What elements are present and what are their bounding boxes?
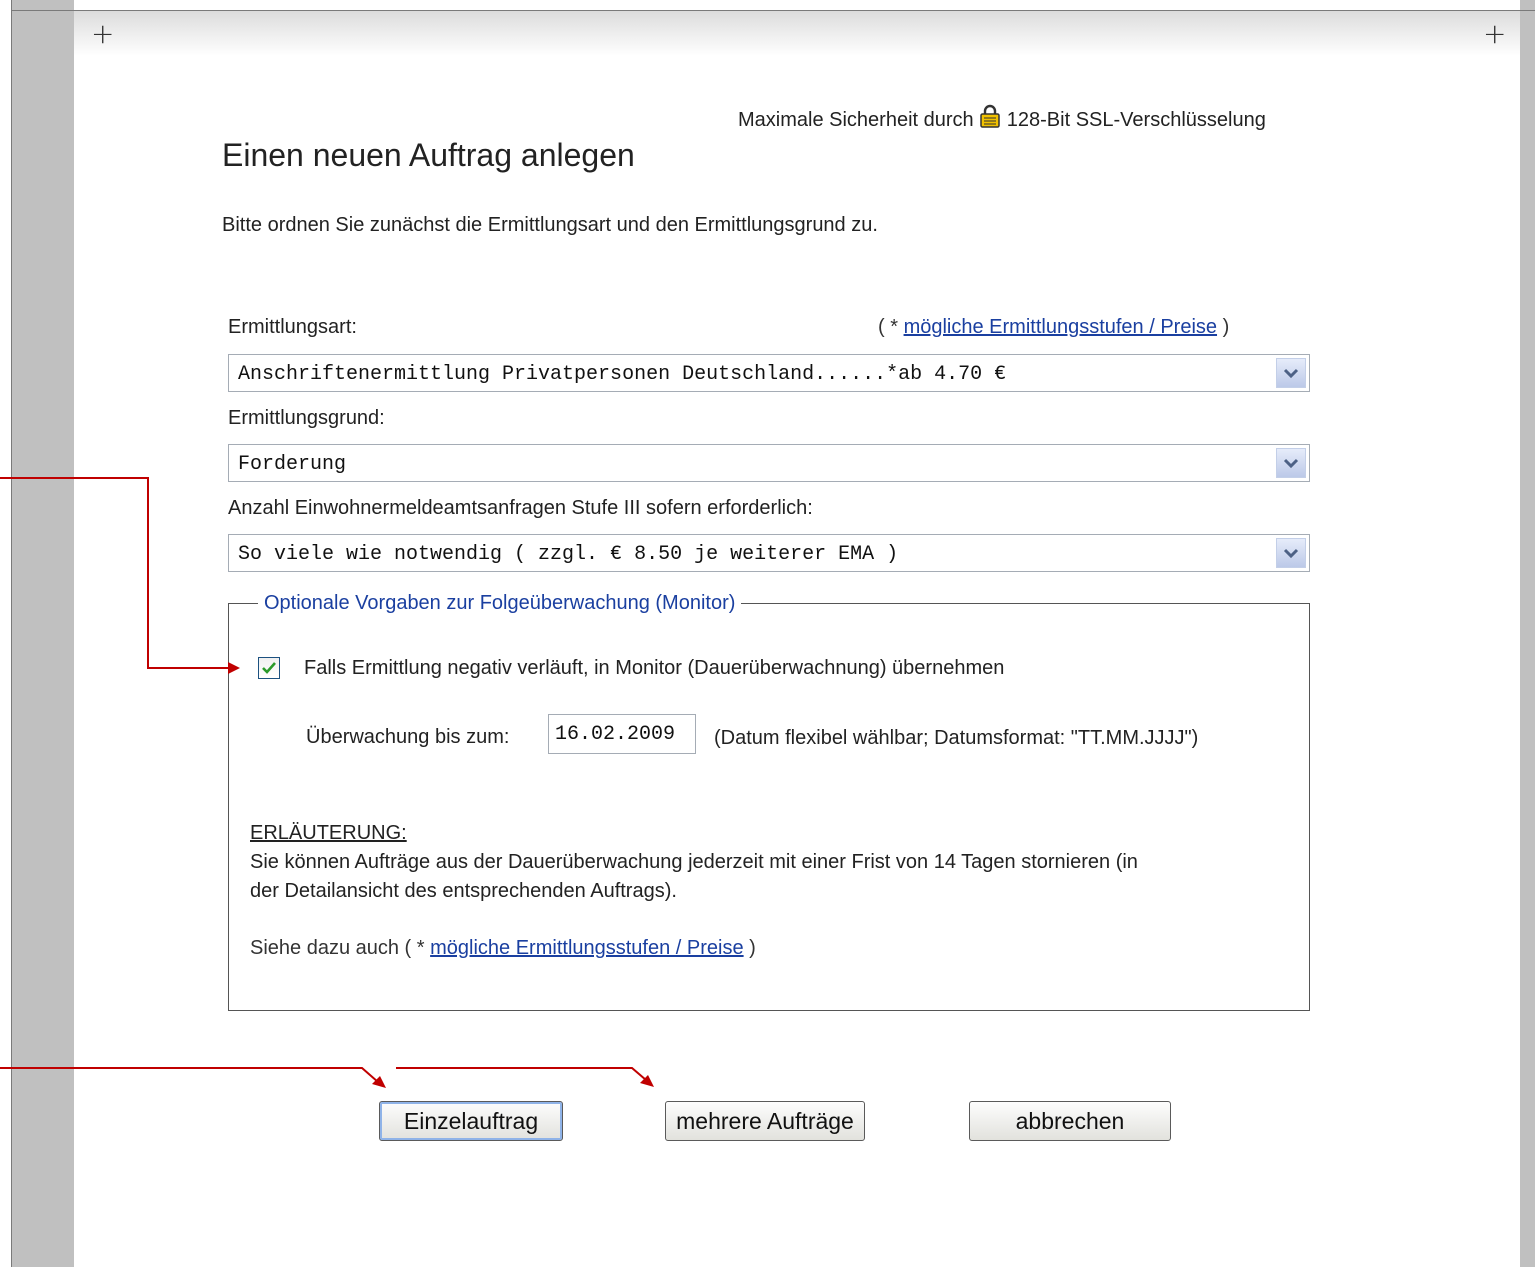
annotation-arrow-single xyxy=(0,1067,379,1083)
annotation-arrowhead-checkbox xyxy=(228,662,240,674)
annotation-arrow-multiple xyxy=(396,1067,647,1081)
annotation-arrows xyxy=(0,477,654,1088)
annotation-arrow-checkbox xyxy=(0,477,228,669)
